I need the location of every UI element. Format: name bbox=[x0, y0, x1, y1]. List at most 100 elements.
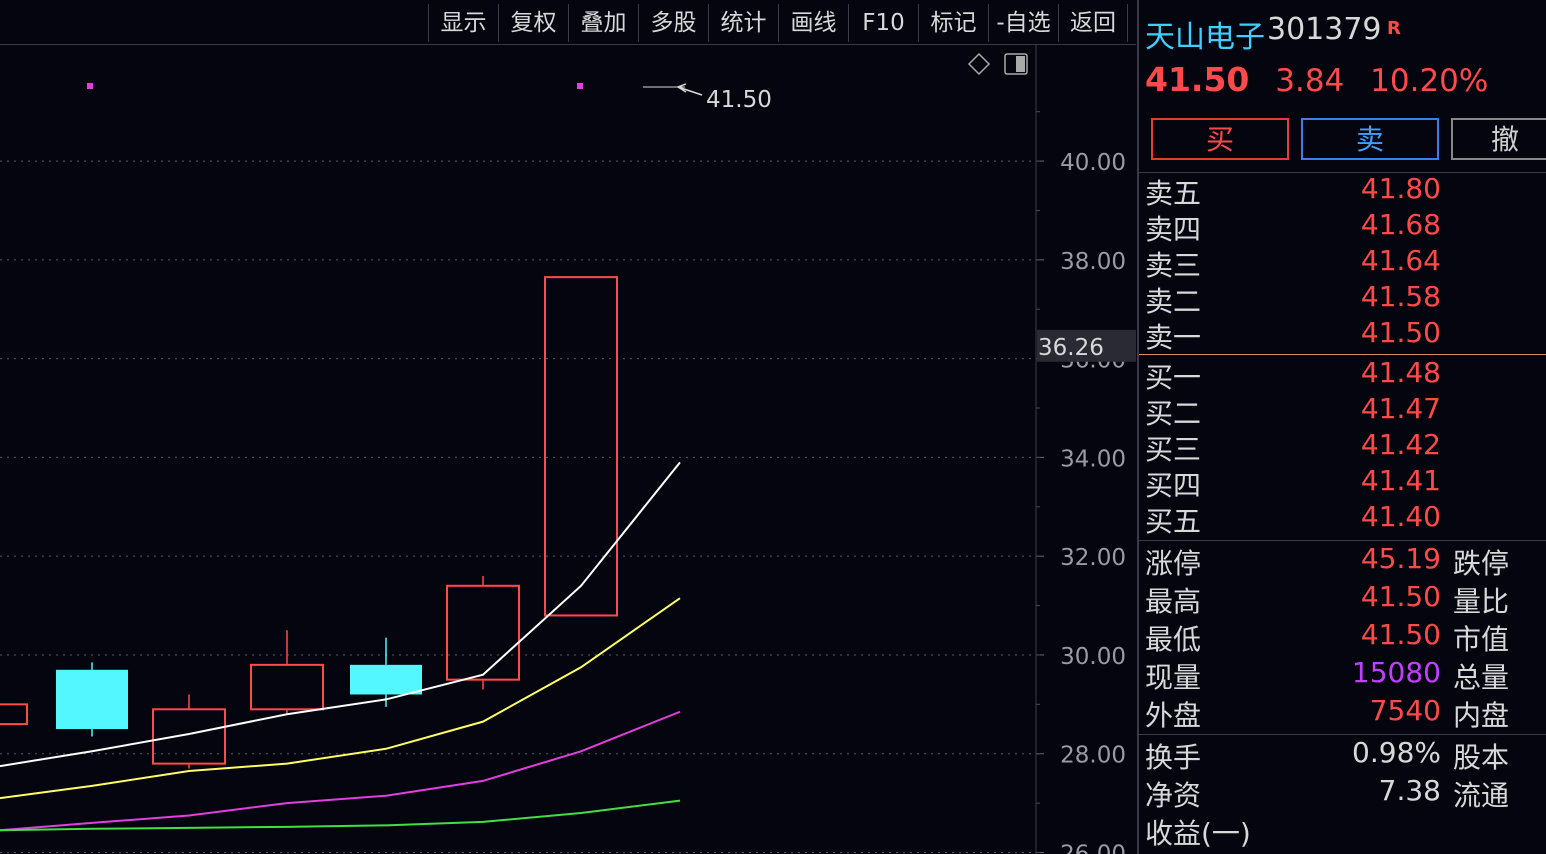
toolbar-overlay-button[interactable]: 叠加 bbox=[568, 4, 638, 42]
row-label: 卖五 bbox=[1145, 177, 1202, 210]
candle-body bbox=[446, 584, 520, 681]
quote-panel: 天山电子 301379 R 41.50 3.84 10.20% 买 卖 撤 卖五… bbox=[1137, 0, 1546, 854]
row-label: 买三 bbox=[1145, 433, 1202, 466]
row-value: 41.50 bbox=[1360, 580, 1441, 613]
ask-row: 卖一 41.50 bbox=[1145, 316, 1545, 354]
row-value: 41.64 bbox=[1360, 244, 1441, 277]
sell-button[interactable]: 卖 bbox=[1301, 118, 1439, 160]
stat-row: 涨停 45.19 跌停 bbox=[1145, 542, 1545, 580]
diamond-icon bbox=[967, 52, 991, 76]
bid-row: 买四 41.41 bbox=[1145, 464, 1545, 502]
candle-body bbox=[350, 664, 422, 695]
y-tick-label: 28.00 bbox=[1060, 743, 1126, 769]
toolbar: 显示 复权 叠加 多股 统计 画线 F10 标记 -自选 返回 bbox=[0, 0, 1136, 45]
y-tick-label: 32.00 bbox=[1060, 545, 1126, 571]
toolbar-multi-stock-button[interactable]: 多股 bbox=[638, 4, 708, 42]
candle-body bbox=[544, 276, 618, 617]
ask-row: 卖三 41.64 bbox=[1145, 244, 1545, 282]
row-label-2: 内盘 bbox=[1453, 699, 1510, 732]
row-label-2: 量比 bbox=[1453, 585, 1510, 618]
candle-body bbox=[250, 663, 324, 711]
ask-row: 卖五 41.80 bbox=[1145, 172, 1545, 210]
stat-row: 净资 7.38 流通 bbox=[1145, 774, 1545, 812]
moving-average-line bbox=[0, 799, 681, 832]
row-label: 最低 bbox=[1145, 623, 1202, 656]
quote-row: 41.50 3.84 10.20% bbox=[1145, 60, 1504, 99]
row-label-2: 跌停 bbox=[1453, 547, 1510, 580]
ask-row: 卖二 41.58 bbox=[1145, 280, 1545, 318]
row-value: 41.68 bbox=[1360, 208, 1441, 241]
price-change-pct: 10.20% bbox=[1370, 63, 1489, 99]
toolbar-buttons: 显示 复权 叠加 多股 统计 画线 F10 标记 -自选 返回 bbox=[428, 4, 1128, 42]
row-value: 41.80 bbox=[1360, 172, 1441, 205]
row-label: 买五 bbox=[1145, 505, 1202, 538]
toolbar-f10-button[interactable]: F10 bbox=[848, 4, 918, 42]
toolbar-statistics-button[interactable]: 统计 bbox=[708, 4, 778, 42]
toolbar-display-button[interactable]: 显示 bbox=[428, 4, 498, 42]
toolbar-mark-button[interactable]: 标记 bbox=[918, 4, 988, 42]
buy-button[interactable]: 买 bbox=[1151, 118, 1289, 160]
row-label: 卖三 bbox=[1145, 249, 1202, 282]
stock-name: 天山电子 bbox=[1145, 20, 1265, 55]
ask-row: 卖四 41.68 bbox=[1145, 208, 1545, 246]
toolbar-remove-favorite-button[interactable]: -自选 bbox=[988, 4, 1058, 42]
row-value: 41.47 bbox=[1360, 392, 1441, 425]
divider bbox=[1139, 354, 1546, 355]
row-value: 45.19 bbox=[1360, 542, 1441, 575]
row-label: 买一 bbox=[1145, 361, 1202, 394]
candle-body bbox=[0, 703, 28, 726]
row-value: 41.58 bbox=[1360, 280, 1441, 313]
row-label-2: 股本 bbox=[1453, 741, 1510, 774]
stat-row: 现量 15080 总量 bbox=[1145, 656, 1545, 694]
row-label: 买二 bbox=[1145, 397, 1202, 430]
row-label: 净资 bbox=[1145, 779, 1202, 812]
row-label: 涨停 bbox=[1145, 547, 1202, 580]
divider bbox=[1139, 734, 1546, 735]
row-label: 换手 bbox=[1145, 741, 1202, 774]
row-label: 外盘 bbox=[1145, 699, 1202, 732]
row-value: 7.38 bbox=[1378, 774, 1441, 807]
row-label: 收益(一) bbox=[1145, 817, 1251, 850]
stat-row: 最低 41.50 市值 bbox=[1145, 618, 1545, 656]
bid-row: 买一 41.48 bbox=[1145, 356, 1545, 394]
stat-row: 换手 0.98% 股本 bbox=[1145, 736, 1545, 774]
crosshair-price-label: 36.26 bbox=[1038, 335, 1104, 361]
y-tick-label: 38.00 bbox=[1060, 249, 1126, 275]
row-label-2: 流通 bbox=[1453, 779, 1510, 812]
row-value: 15080 bbox=[1351, 656, 1441, 689]
y-tick-label: 40.00 bbox=[1060, 150, 1126, 176]
row-value: 0.98% bbox=[1352, 736, 1441, 769]
panel-toggle-icon-fill bbox=[1016, 56, 1025, 72]
row-label: 现量 bbox=[1145, 661, 1202, 694]
price-arrow bbox=[677, 86, 703, 96]
y-tick-label: 34.00 bbox=[1060, 446, 1126, 472]
bid-row: 买二 41.47 bbox=[1145, 392, 1545, 430]
stat-row: 最高 41.50 量比 bbox=[1145, 580, 1545, 618]
margin-badge: R bbox=[1387, 18, 1401, 39]
row-value: 41.41 bbox=[1360, 464, 1441, 497]
kline-chart[interactable]: 40.0038.0036.0034.0032.0030.0028.0026.00… bbox=[0, 45, 1136, 854]
last-price: 41.50 bbox=[1145, 60, 1250, 99]
toolbar-adjust-button[interactable]: 复权 bbox=[498, 4, 568, 42]
signal-dot bbox=[577, 83, 583, 89]
candle-body bbox=[152, 708, 226, 765]
toolbar-draw-line-button[interactable]: 画线 bbox=[778, 4, 848, 42]
bid-row: 买三 41.42 bbox=[1145, 428, 1545, 466]
stock-code: 301379 bbox=[1267, 12, 1382, 47]
row-label: 买四 bbox=[1145, 469, 1202, 502]
kline-svg: 40.0038.0036.0034.0032.0030.0028.0026.00… bbox=[0, 45, 1136, 854]
divider bbox=[1139, 540, 1546, 541]
row-value: 41.40 bbox=[1360, 500, 1441, 533]
row-label: 卖一 bbox=[1145, 321, 1202, 354]
max-price-label: 41.50 bbox=[706, 87, 772, 113]
candle-body bbox=[56, 669, 128, 730]
stat-row: 收益(一) bbox=[1145, 812, 1545, 850]
bid-row: 买五 41.40 bbox=[1145, 500, 1545, 538]
row-label: 卖四 bbox=[1145, 213, 1202, 246]
row-value: 41.48 bbox=[1360, 356, 1441, 389]
toolbar-back-button[interactable]: 返回 bbox=[1058, 4, 1128, 42]
y-tick-label: 26.00 bbox=[1060, 842, 1126, 854]
row-value: 7540 bbox=[1369, 694, 1441, 727]
row-label: 最高 bbox=[1145, 585, 1202, 618]
cancel-order-button[interactable]: 撤 bbox=[1451, 118, 1546, 160]
